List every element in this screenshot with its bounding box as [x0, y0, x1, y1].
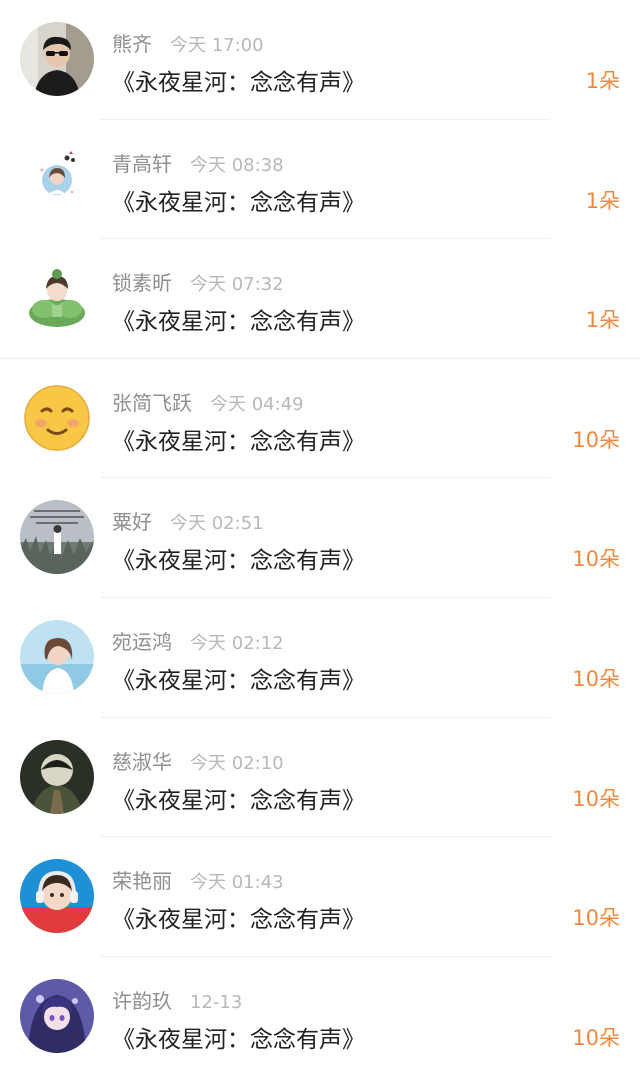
work-title[interactable]: 《永夜星河：念念有声》	[112, 661, 365, 695]
flower-count: 10朵	[572, 1025, 620, 1050]
flower-count: 1朵	[585, 69, 620, 93]
flower-count: 10朵	[572, 547, 620, 572]
work-title[interactable]: 《永夜星河：念念有声》	[112, 900, 365, 934]
avatar-anime-girl	[20, 978, 94, 1053]
work-title[interactable]: 《永夜星河：念念有声》	[112, 302, 365, 336]
list-item[interactable]: 张简飞跃 今天 04:49 《永夜星河：念念有声》 10朵	[0, 359, 640, 479]
post-time: 今天 02:51	[170, 513, 264, 535]
post-time: 今天 08:38	[190, 154, 284, 176]
post-time: 今天 01:43	[190, 872, 284, 894]
avatar[interactable]	[20, 620, 94, 694]
flower-count: 10朵	[572, 906, 620, 931]
avatar[interactable]	[20, 22, 94, 96]
flower-count: 10朵	[572, 427, 620, 452]
user-name[interactable]: 慈淑华 今天 02:10	[112, 746, 284, 775]
user-name[interactable]: 锁素昕 今天 07:32	[112, 267, 284, 296]
flower-count: 10朵	[572, 786, 620, 811]
list-item[interactable]: 许韵玖 12-13 《永夜星河：念念有声》 10朵	[0, 957, 640, 1076]
avatar-beach-girl	[20, 620, 94, 694]
user-name[interactable]: 张简飞跃 今天 04:49	[112, 387, 304, 416]
gift-ranking-list: 熊齐 今天 17:00 《永夜星河：念念有声》 1朵 青高轩 今天 08:38 《永…	[0, 0, 640, 1064]
user-name[interactable]: 青高轩 今天 08:38	[112, 148, 284, 177]
flower-count: 10朵	[572, 667, 620, 691]
list-item[interactable]: 荣艳丽 今天 01:43 《永夜星河：念念有声》 10朵	[0, 837, 640, 957]
list-item[interactable]: 锁素昕 今天 07:32 《永夜星河：念念有声》 1朵	[0, 239, 640, 359]
post-time: 今天 02:10	[190, 752, 284, 774]
user-name[interactable]: 许韵玖 12-13	[112, 985, 242, 1014]
post-time: 今天 07:32	[190, 274, 284, 296]
avatar[interactable]	[20, 500, 94, 575]
post-time: 今天 02:12	[190, 633, 284, 654]
avatar[interactable]	[20, 978, 94, 1053]
avatar-lotus-girl	[20, 261, 94, 336]
user-name[interactable]: 熊齐 今天 17:00	[112, 28, 264, 57]
post-time: 今天 17:00	[170, 35, 264, 56]
avatar-man-sunglasses	[20, 22, 94, 96]
work-title[interactable]: 《永夜星河：念念有声》	[112, 781, 365, 815]
avatar-dark-art	[20, 739, 94, 814]
list-item[interactable]: 青高轩 今天 08:38 《永夜星河：念念有声》 1朵	[0, 120, 640, 240]
avatar-girl-cartoon	[20, 141, 94, 216]
post-time: 今天 04:49	[210, 393, 304, 415]
user-name[interactable]: 宛运鸿 今天 02:12	[112, 626, 284, 655]
avatar-grass-girl	[20, 500, 94, 575]
work-title[interactable]: 《永夜星河：念念有声》	[112, 541, 365, 575]
post-time: 12-13	[190, 991, 243, 1013]
list-item[interactable]: 慈淑华 今天 02:10 《永夜星河：念念有声》 10朵	[0, 718, 640, 838]
work-title[interactable]: 《永夜星河：念念有声》	[112, 63, 365, 97]
flower-count: 1朵	[585, 308, 620, 333]
list-item[interactable]: 宛运鸿 今天 02:12 《永夜星河：念念有声》 10朵	[0, 598, 640, 718]
avatar[interactable]	[20, 141, 94, 216]
list-item[interactable]: 粟好 今天 02:51 《永夜星河：念念有声》 10朵	[0, 478, 640, 598]
user-name[interactable]: 粟好 今天 02:51	[112, 506, 264, 535]
avatar[interactable]	[20, 859, 94, 934]
work-title[interactable]: 《永夜星河：念念有声》	[112, 1020, 365, 1054]
work-title[interactable]: 《永夜星河：念念有声》	[112, 422, 365, 456]
flower-count: 1朵	[585, 188, 620, 213]
avatar-emoji-face	[20, 380, 94, 455]
avatar[interactable]	[20, 739, 94, 814]
user-name[interactable]: 荣艳丽 今天 01:43	[112, 865, 284, 894]
work-title[interactable]: 《永夜星河：念念有声》	[112, 183, 365, 217]
list-item[interactable]: 熊齐 今天 17:00 《永夜星河：念念有声》 1朵	[0, 0, 640, 120]
avatar-child-headphones	[20, 859, 94, 934]
avatar[interactable]	[20, 380, 94, 455]
avatar[interactable]	[20, 261, 94, 336]
